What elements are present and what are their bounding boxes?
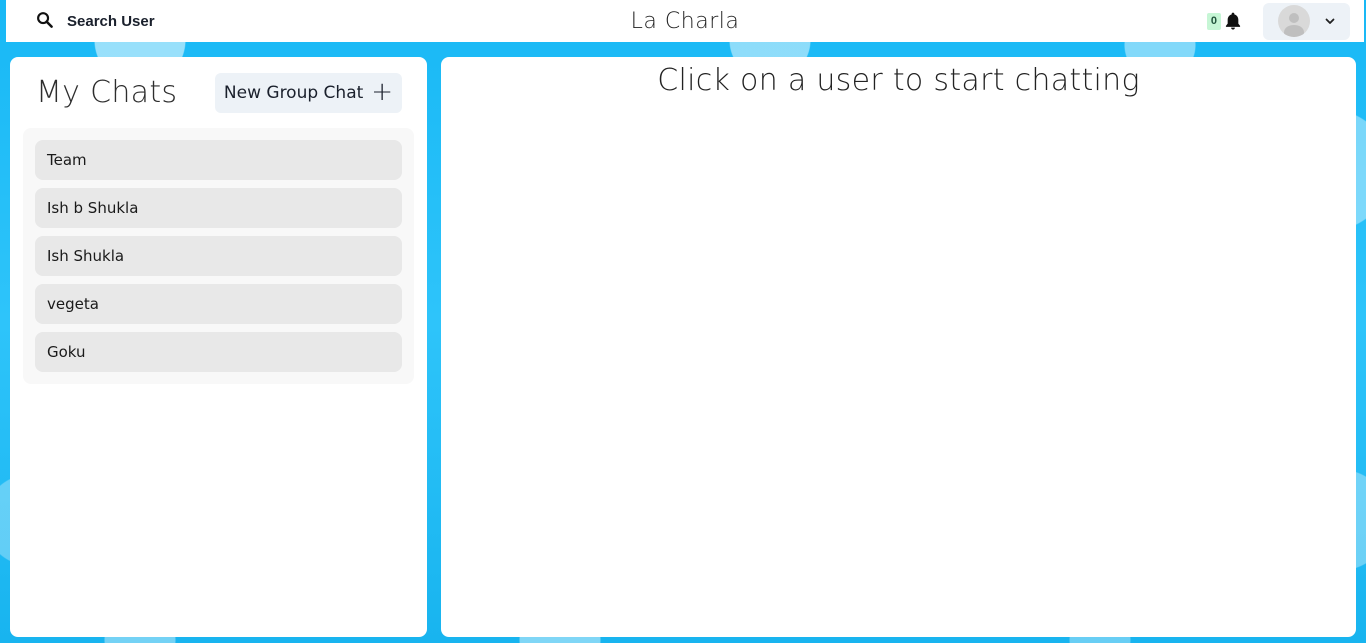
chat-list: Team Ish b Shukla Ish Shukla vegeta Goku (23, 128, 414, 384)
new-group-chat-button[interactable]: New Group Chat + (215, 72, 402, 113)
chat-name: Goku (47, 343, 86, 361)
my-chats-title: My Chats (36, 75, 178, 110)
chat-list-item[interactable]: Ish b Shukla (35, 188, 402, 228)
new-group-chat-label: New Group Chat (223, 82, 364, 103)
chat-list-item[interactable]: vegeta (35, 284, 402, 324)
chevron-down-icon (1324, 15, 1336, 27)
search-icon (36, 11, 53, 32)
header-tools: 0 (1206, 2, 1350, 40)
chat-list-item[interactable]: Ish Shukla (35, 236, 402, 276)
profile-menu-button[interactable] (1263, 2, 1350, 40)
plus-icon: + (371, 76, 394, 107)
my-chats-panel: My Chats New Group Chat + Team Ish b Shu… (10, 57, 427, 637)
empty-chat-message: Click on a user to start chatting (657, 63, 1140, 98)
app-title: La Charla (630, 8, 740, 34)
notification-count-badge: 0 (1206, 12, 1221, 30)
chat-name: Team (47, 151, 87, 169)
my-chats-header: My Chats New Group Chat + (23, 57, 414, 128)
chat-name: Ish Shukla (47, 247, 125, 265)
top-bar: Search User La Charla 0 (6, 0, 1364, 42)
bell-icon[interactable] (1223, 11, 1243, 31)
search-user-label: Search User (67, 12, 155, 30)
avatar (1278, 5, 1310, 37)
notification-button[interactable]: 0 (1206, 11, 1243, 31)
chat-list-item[interactable]: Team (35, 140, 402, 180)
search-user-button[interactable]: Search User (30, 4, 161, 38)
chat-name: vegeta (47, 295, 99, 313)
chat-list-item[interactable]: Goku (35, 332, 402, 372)
chat-box-panel: Click on a user to start chatting (441, 57, 1356, 637)
chat-name: Ish b Shukla (47, 199, 139, 217)
